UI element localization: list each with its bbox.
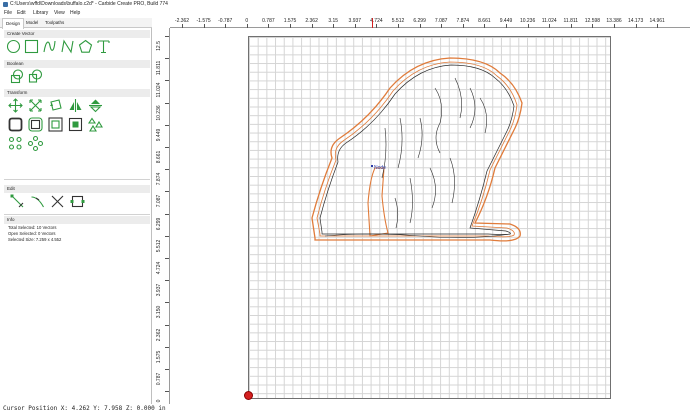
vruler-tick-label: 5.512 — [156, 239, 162, 253]
vruler-tick — [165, 324, 169, 326]
circular-array-icon[interactable] — [27, 135, 44, 152]
rotate-tool-icon[interactable] — [48, 98, 63, 113]
info-section: Info Total Selected: 10 Vectors Open Sel… — [4, 216, 150, 246]
menu-view[interactable]: View — [54, 9, 65, 18]
vruler-tick — [165, 191, 169, 193]
scale-tool-icon[interactable] — [28, 98, 43, 113]
vruler-tick — [165, 169, 169, 171]
fillet-tool-icon[interactable] — [8, 117, 23, 132]
vruler-tick — [165, 280, 169, 282]
move-tool-icon[interactable] — [8, 98, 23, 113]
join-vectors-icon[interactable] — [30, 194, 45, 209]
vruler-tick-label: 7.874 — [156, 172, 162, 186]
polyline-tool-icon[interactable] — [60, 39, 75, 54]
vruler-tick — [165, 258, 169, 259]
tab-design[interactable]: Design — [2, 18, 25, 29]
align-tool-icon[interactable] — [68, 117, 83, 132]
buffalo-body-outline — [319, 64, 515, 235]
ruler-corner — [155, 18, 170, 28]
array-circles-icon[interactable] — [8, 136, 23, 151]
vruler-tick-label: 9.449 — [156, 128, 162, 142]
vruler-tick — [165, 213, 169, 215]
vruler-tick-label: 11.811 — [156, 60, 162, 76]
design-canvas[interactable]: Node — [170, 28, 690, 404]
edit-section: Edit — [4, 185, 150, 215]
menu-bar: File Edit Library View Help — [0, 9, 690, 18]
vruler-tick-label: 8.661 — [156, 150, 162, 164]
left-panel: Design Model Toolpaths Create Vector Boo… — [0, 18, 152, 404]
boolean-union-icon[interactable] — [10, 69, 25, 84]
vruler-tick-label: 7.087 — [156, 195, 162, 208]
buffalo-head-lines — [381, 77, 487, 229]
vruler-tick — [165, 369, 169, 370]
vruler-tick — [165, 36, 169, 37]
toolpath-leg — [367, 167, 389, 237]
vruler-tick-label: 11.024 — [156, 82, 162, 98]
app-window: C:\Users\wffd\Downloads\buffalo.c2d* - C… — [0, 0, 690, 414]
toolpath-inner — [316, 61, 518, 238]
text-tool-icon[interactable] — [96, 39, 111, 54]
vruler-tick — [165, 80, 169, 82]
toolpath-outer — [311, 57, 523, 242]
vruler-tick — [165, 58, 169, 60]
vruler-tick-label: 0.787 — [156, 372, 162, 386]
horizontal-ruler[interactable]: -2.362 -1.575 -0.787 0 0.787 1.575 2.362 3.15 3.… — [170, 18, 690, 28]
panel-tabs: Design Model Toolpaths — [0, 18, 152, 29]
tab-toolpaths[interactable]: Toolpaths — [42, 18, 67, 28]
transform-section: Transform — [4, 89, 150, 180]
boolean-header: Boolean — [4, 60, 150, 68]
cut-vector-icon[interactable] — [70, 194, 85, 209]
title-bar: C:\Users\wffd\Downloads\buffalo.c2d* - C… — [0, 0, 690, 9]
boolean-subtract-icon[interactable] — [28, 69, 43, 84]
circle-tool-icon[interactable] — [6, 39, 21, 54]
vertical-ruler[interactable]: 12.5 11.811 11.024 10.236 9.449 8.661 7.874 7.0… — [155, 28, 170, 404]
rectangle-tool-icon[interactable] — [24, 39, 39, 54]
menu-file[interactable]: File — [4, 9, 12, 18]
app-logo-icon — [3, 2, 8, 7]
vruler-tick-label: 3.150 — [156, 306, 162, 319]
ruler-cursor-marker — [372, 18, 373, 28]
tab-model[interactable]: Model — [23, 18, 41, 28]
vruler-tick — [165, 391, 169, 393]
node-handle[interactable] — [371, 165, 373, 167]
vruler-tick — [165, 302, 169, 304]
status-bar: Cursor Position X: 4.262 Y: 7.958 Z: 0.0… — [0, 404, 690, 414]
vruler-tick-label: 0 — [156, 399, 162, 403]
offset-tool-icon[interactable] — [28, 117, 43, 132]
vruler-tick — [165, 346, 169, 348]
vruler-tick-label: 2.362 — [156, 328, 162, 341]
trim-tool-icon[interactable] — [50, 194, 65, 209]
vruler-tick — [165, 147, 169, 148]
vruler-tick-label: 6.299 — [156, 217, 162, 230]
vruler-tick — [165, 124, 169, 126]
window-title: C:\Users\wffd\Downloads\buffalo.c2d* - C… — [10, 1, 168, 7]
vruler-tick-label: 12.5 — [156, 41, 162, 51]
polygon-tool-icon[interactable] — [78, 39, 93, 54]
edit-header: Edit — [4, 185, 150, 193]
menu-library[interactable]: Library — [33, 9, 48, 18]
flip-tool-icon[interactable] — [88, 98, 103, 113]
origin-marker[interactable] — [244, 391, 253, 400]
menu-help[interactable]: Help — [70, 9, 80, 18]
menu-edit[interactable]: Edit — [17, 9, 26, 18]
curve-tool-icon[interactable] — [42, 39, 57, 54]
node-label: Node — [374, 165, 386, 171]
buffalo-artwork[interactable]: Node — [170, 28, 690, 404]
vruler-tick-label: 3.937 — [156, 283, 162, 297]
mirror-tool-icon[interactable] — [68, 98, 83, 113]
vruler-tick-label: 1.575 — [156, 350, 162, 364]
vruler-tick — [165, 102, 169, 104]
vruler-tick-label: 4.724 — [156, 261, 162, 275]
boolean-section: Boolean — [4, 60, 150, 90]
inset-tool-icon[interactable] — [48, 117, 63, 132]
info-header: Info — [4, 216, 150, 224]
transform-header: Transform — [4, 89, 150, 97]
distribute-tool-icon[interactable] — [87, 117, 103, 132]
vruler-tick — [165, 235, 169, 237]
vruler-tick-label: 10.236 — [156, 104, 162, 121]
node-edit-icon[interactable] — [10, 194, 25, 209]
create-vector-header: Create Vector — [4, 30, 150, 38]
info-selected-size: Selected Size: 7.259 x 4.552 — [8, 237, 62, 242]
